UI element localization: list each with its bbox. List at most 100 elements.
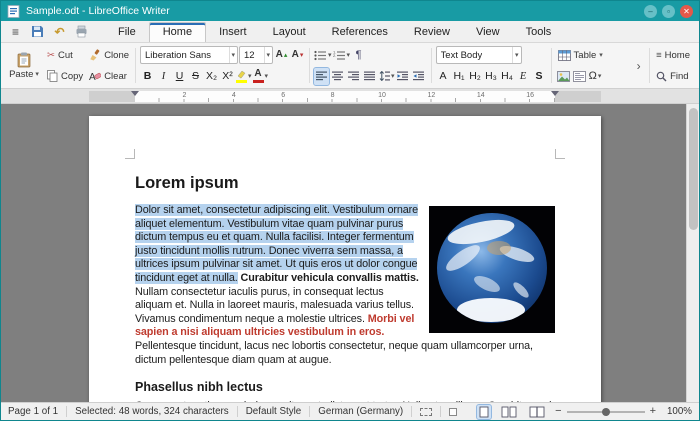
text-boundary-corner (555, 149, 565, 159)
paragraph-style-combo[interactable]: Text Body ▾ (436, 46, 522, 64)
style-default-button[interactable]: A (436, 68, 451, 85)
copy-button[interactable]: Copy (45, 67, 85, 85)
align-right-button[interactable] (346, 68, 361, 85)
tab-references[interactable]: References (319, 23, 401, 42)
font-size-dropdown-icon[interactable]: ▾ (264, 47, 273, 63)
print-icon[interactable] (72, 23, 91, 40)
bold-sentence[interactable]: Curabitur vehicula convallis mattis. (238, 272, 419, 284)
font-name-dropdown-icon[interactable]: ▾ (229, 47, 238, 63)
ribbon-tabs: File Home Insert Layout References Revie… (105, 21, 564, 42)
font-color-dropdown-icon[interactable]: ▾ (265, 72, 269, 80)
title-bar[interactable]: Sample.odt - LibreOffice Writer – ▫ ✕ (1, 1, 699, 21)
insert-image-button[interactable] (556, 68, 571, 85)
single-page-view-button[interactable] (477, 405, 491, 419)
text-language[interactable]: German (Germany) (318, 406, 403, 417)
zoom-out-icon[interactable]: − (555, 406, 561, 417)
increase-indent-button[interactable] (396, 68, 411, 85)
undo-icon[interactable]: ↶ (50, 23, 69, 40)
align-right-icon (348, 71, 360, 81)
paragraph-1[interactable]: Dolor sit amet, consectetur adipiscing e… (135, 204, 555, 367)
shrink-font-button[interactable]: A▾ (290, 47, 305, 64)
zoom-level[interactable]: 100% (664, 406, 692, 417)
page-count[interactable]: Page 1 of 1 (8, 406, 58, 417)
book-view-button[interactable] (527, 405, 547, 419)
cut-button[interactable]: ✂Cut (45, 46, 75, 64)
page-style[interactable]: Default Style (246, 406, 302, 417)
grow-font-button[interactable]: A▴ (274, 47, 289, 64)
style-heading1-button[interactable]: H₁ (452, 68, 467, 85)
bullet-list-button[interactable]: ▾ (314, 47, 332, 64)
formatting-marks-button[interactable]: ¶ (351, 47, 366, 64)
font-name-combo[interactable]: Liberation Sans ▾ (140, 46, 238, 64)
clear-formatting-button[interactable]: A Clear (87, 67, 129, 85)
scrollbar-thumb[interactable] (689, 108, 698, 230)
clone-formatting-button[interactable]: Clone (87, 46, 131, 64)
tab-view[interactable]: View (463, 23, 513, 42)
style-strong-button[interactable]: S (532, 68, 547, 85)
font-size-combo[interactable]: 12 ▾ (239, 46, 273, 64)
multi-page-view-button[interactable] (499, 405, 519, 419)
align-center-button[interactable] (330, 68, 345, 85)
style-dropdown-icon[interactable]: ▾ (512, 47, 521, 63)
tab-insert[interactable]: Insert (206, 23, 260, 42)
menu-icon[interactable]: ≡ (6, 23, 25, 40)
align-justify-button[interactable] (362, 68, 377, 85)
style-emphasis-button[interactable]: E (516, 68, 531, 85)
font-color-button[interactable]: A ▾ (253, 68, 269, 85)
tab-review[interactable]: Review (401, 23, 463, 42)
highlight-dropdown-icon[interactable]: ▾ (248, 72, 252, 80)
zoom-slider[interactable] (567, 411, 645, 413)
maximize-button[interactable]: ▫ (662, 5, 675, 18)
close-button[interactable]: ✕ (680, 5, 693, 18)
document-modified-icon[interactable] (449, 408, 457, 416)
paste-button[interactable]: Paste▾ (5, 46, 43, 86)
numbered-list-button[interactable]: 1. 2. ▾ (333, 47, 351, 64)
right-indent-marker[interactable] (551, 91, 559, 96)
left-indent-marker[interactable] (131, 91, 139, 96)
paste-dropdown-icon[interactable]: ▾ (35, 70, 39, 78)
minimize-button[interactable]: – (644, 5, 657, 18)
vertical-scrollbar[interactable] (686, 104, 699, 402)
special-character-button[interactable]: Ω ▾ (588, 68, 603, 85)
special-character-dropdown-icon[interactable]: ▾ (598, 72, 602, 80)
word-count[interactable]: Selected: 48 words, 324 characters (75, 406, 229, 417)
tab-home[interactable]: Home (149, 22, 206, 42)
line-spacing-button[interactable]: ▾ (378, 68, 395, 85)
tab-file[interactable]: File (105, 23, 149, 42)
subscript-button[interactable]: X₂ (204, 68, 219, 85)
find-button[interactable]: Find (654, 67, 690, 85)
bullet-dropdown-icon[interactable]: ▾ (328, 51, 332, 59)
insert-frame-button[interactable] (572, 68, 587, 85)
style-heading2-button[interactable]: H₂ (468, 68, 483, 85)
toolbar-overflow-icon[interactable]: › (631, 57, 646, 74)
context-group: ≡ Home Find (653, 44, 696, 87)
table-dropdown-icon[interactable]: ▾ (599, 51, 603, 59)
document-page[interactable]: Lorem ipsum (89, 116, 601, 402)
decrease-indent-button[interactable] (412, 68, 427, 85)
align-left-button[interactable] (314, 68, 329, 85)
tab-tools[interactable]: Tools (513, 23, 565, 42)
body-text-tail[interactable]: Pellentesque tincidunt, lacus nec lobort… (135, 340, 533, 366)
tab-layout[interactable]: Layout (260, 23, 319, 42)
bold-button[interactable]: B (140, 68, 155, 85)
context-menu-button[interactable]: ≡ Home (654, 46, 692, 64)
save-icon[interactable] (28, 23, 47, 40)
zoom-slider-handle[interactable] (602, 408, 610, 416)
superscript-button[interactable]: X² (220, 68, 235, 85)
horizontal-ruler[interactable]: 246810121416 (1, 89, 699, 104)
paragraph-2[interactable]: Consequat pretium scelerisque sit amet, … (135, 400, 555, 402)
line-spacing-dropdown-icon[interactable]: ▾ (391, 72, 395, 80)
earth-image[interactable] (429, 206, 555, 333)
underline-button[interactable]: U (172, 68, 187, 85)
numbered-dropdown-icon[interactable]: ▾ (347, 51, 351, 59)
highlight-color-button[interactable]: ▾ (236, 68, 252, 85)
selection-mode-icon[interactable] (420, 408, 432, 416)
style-heading3-button[interactable]: H₃ (484, 68, 499, 85)
italic-button[interactable]: I (156, 68, 171, 85)
highlight-icon (236, 70, 247, 83)
style-heading4-button[interactable]: H₄ (500, 68, 515, 85)
document-area[interactable]: Lorem ipsum (1, 104, 699, 402)
strikethrough-button[interactable]: S (188, 68, 203, 85)
zoom-in-icon[interactable]: + (650, 406, 656, 417)
insert-table-button[interactable]: Table ▾ (556, 46, 605, 64)
